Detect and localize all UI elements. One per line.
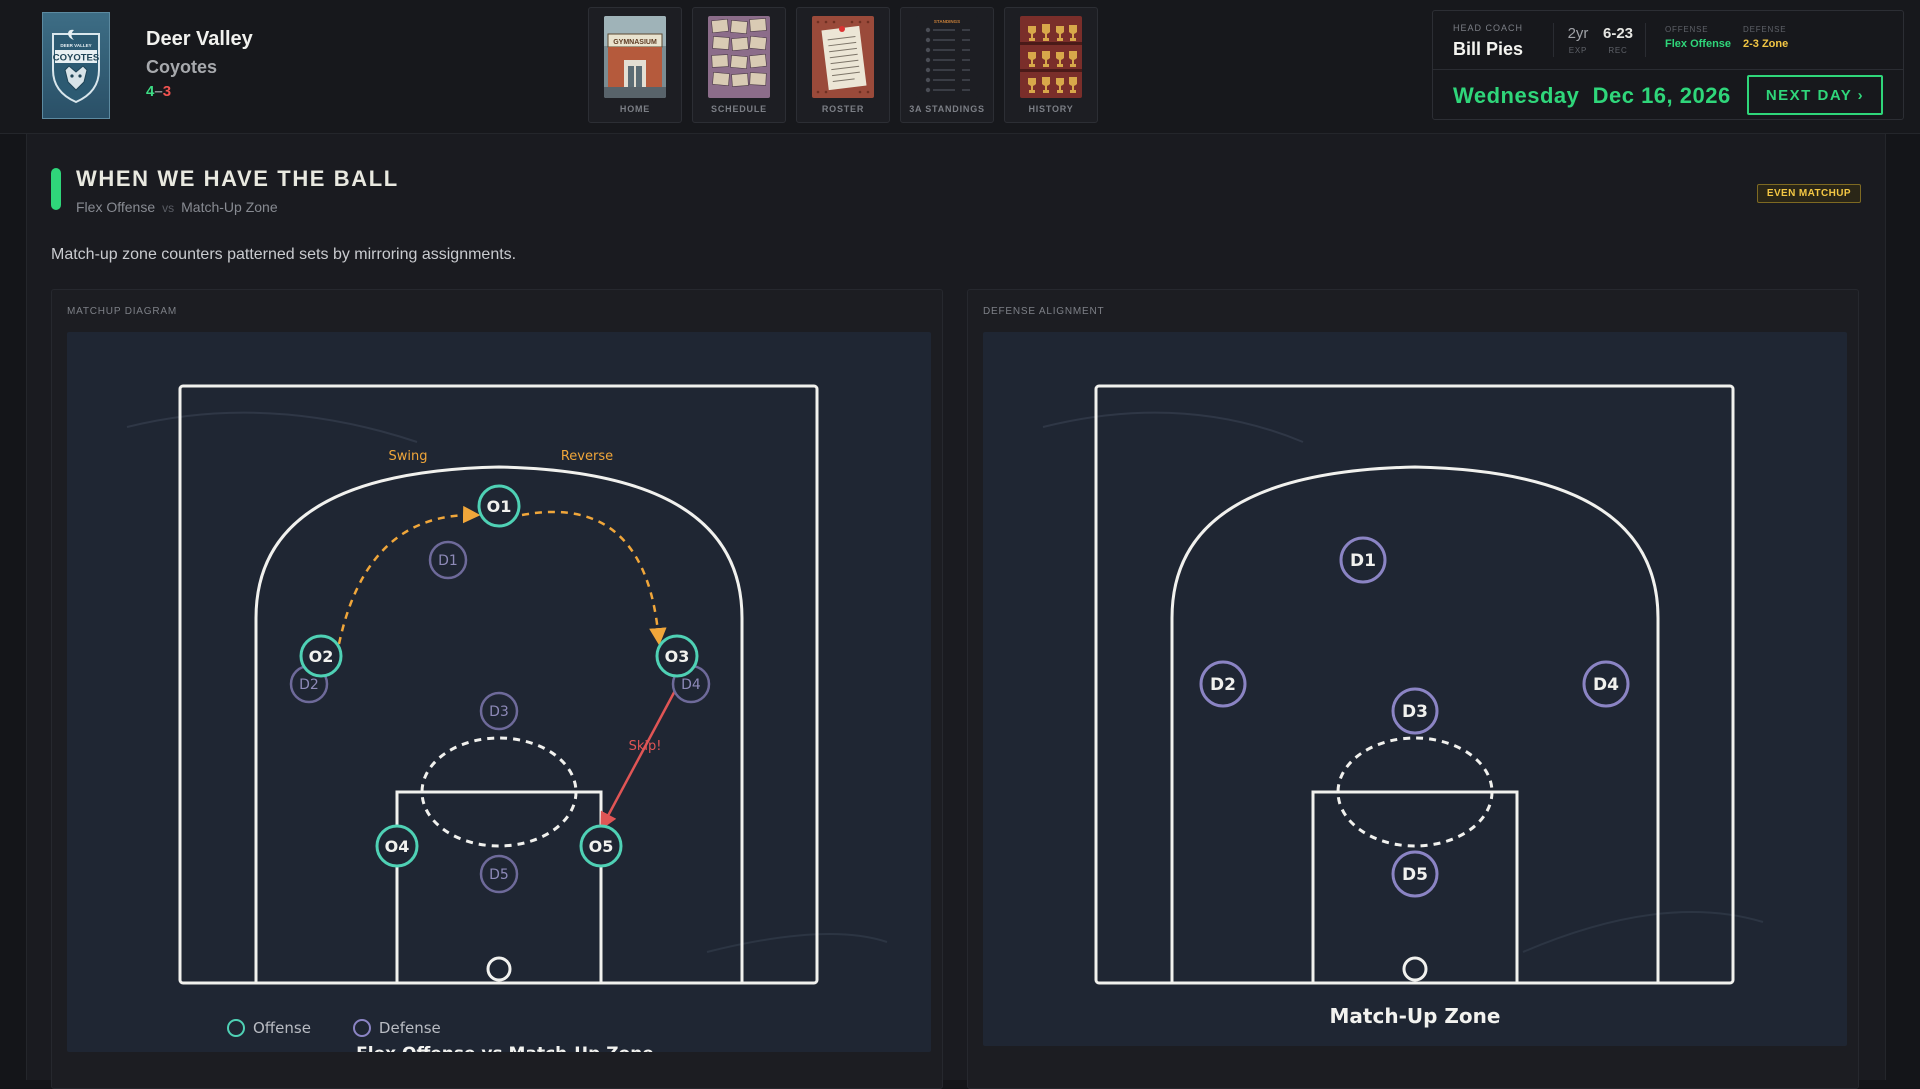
defense-scheme: Match-Up Zone — [181, 199, 278, 215]
offense-o1[interactable]: O1 — [477, 484, 521, 528]
nav-schedule-label: SCHEDULE — [711, 104, 767, 114]
alignment-caption: Match-Up Zone — [1329, 1004, 1501, 1028]
coach-label: HEAD COACH — [1453, 23, 1524, 33]
section-title: WHEN WE HAVE THE BALL — [76, 166, 399, 191]
annotation-reverse: Reverse — [561, 449, 613, 464]
nav-home-label: HOME — [619, 104, 651, 114]
coach-offense: OFFENSE Flex Offense — [1665, 25, 1732, 50]
alignment-chalkboard: D1 D2 D3 D4 D5 Match-Up Zone — [983, 332, 1847, 1046]
date-weekday: Wednesday — [1453, 83, 1580, 108]
gymnasium-icon: GYMNASIUM — [604, 16, 666, 98]
defender-d3[interactable]: D3 — [479, 691, 519, 731]
alignment-defense-markers: D1 D2 D3 D4 D5 — [1199, 536, 1630, 898]
coyote-crest-icon: COYOTES DEER VALLEY — [52, 29, 100, 103]
offense-o2[interactable]: O2 — [299, 634, 343, 678]
svg-text:D5: D5 — [489, 867, 509, 883]
schedule-board-icon — [708, 16, 770, 98]
team-logo[interactable]: COYOTES DEER VALLEY — [42, 12, 110, 119]
nav-schedule[interactable]: SCHEDULE — [692, 7, 786, 123]
svg-text:O3: O3 — [665, 647, 690, 666]
svg-text:DEER VALLEY: DEER VALLEY — [60, 43, 91, 48]
defender-d1[interactable]: D1 — [428, 540, 468, 580]
offense-o4[interactable]: O4 — [375, 824, 419, 868]
svg-text:STANDINGS: STANDINGS — [934, 19, 960, 24]
svg-text:D2: D2 — [299, 677, 319, 693]
nav-standings[interactable]: STANDINGS 3A STANDINGS — [900, 7, 994, 123]
svg-text:O1: O1 — [487, 497, 512, 516]
matchup-diagram-card: MATCHUP DIAGRAM Swing Reverse Skip! D1 D… — [51, 289, 943, 1089]
diagram-legend: Offense Defense — [227, 1019, 441, 1037]
main-nav: GYMNASIUM HOME SCHEDULE ROSTER STANDINGS… — [588, 7, 1098, 123]
nav-standings-label: 3A STANDINGS — [909, 104, 985, 114]
coach-defense: DEFENSE 2-3 Zone — [1743, 25, 1789, 50]
offense-o3[interactable]: O3 — [655, 634, 699, 678]
svg-text:O2: O2 — [309, 647, 334, 666]
svg-text:D3: D3 — [489, 704, 509, 720]
court-diagram: Swing Reverse Skip! D1 D2 D3 D4 D5 O1 O2… — [126, 384, 888, 985]
svg-text:D4: D4 — [1593, 675, 1619, 695]
alignment-d3[interactable]: D3 — [1391, 687, 1439, 735]
top-bar: COYOTES DEER VALLEY Deer Valley Coyotes … — [0, 0, 1920, 134]
matchup-caption: Flex Offense vs Match-Up Zone — [67, 1044, 931, 1052]
team-name: Deer Valley — [146, 28, 253, 50]
court-lines — [178, 384, 819, 985]
team-mascot: Coyotes — [146, 57, 218, 77]
svg-text:O4: O4 — [385, 837, 410, 856]
legend-offense: Offense — [227, 1019, 311, 1037]
card-label: MATCHUP DIAGRAM — [67, 306, 177, 317]
coach-record: 6-23 REC — [1602, 25, 1634, 55]
section-subtitle: Flex Offense vs Match-Up Zone — [76, 199, 278, 215]
date-value: Dec 16, 2026 — [1592, 83, 1731, 108]
defense-markers: D1 D2 D3 D4 D5 — [289, 540, 711, 894]
next-day-button[interactable]: NEXT DAY › — [1747, 75, 1883, 115]
alignment-court-diagram: D1 D2 D3 D4 D5 — [1042, 384, 1764, 985]
annotation-swing: Swing — [389, 449, 428, 464]
alignment-d1[interactable]: D1 — [1339, 536, 1387, 584]
coach-panel: HEAD COACH Bill Pies 2yr EXP 6-23 REC OF… — [1432, 10, 1904, 120]
coach-name: Bill Pies — [1453, 39, 1524, 59]
team-record: 4–3 — [146, 83, 172, 100]
defense-swatch-icon — [352, 1019, 371, 1037]
svg-text:D1: D1 — [438, 553, 458, 569]
offense-o5[interactable]: O5 — [579, 824, 623, 868]
alignment-d5[interactable]: D5 — [1391, 850, 1439, 898]
defense-alignment-card: DEFENSE ALIGNMENT D1 D2 D3 D4 D5 Match-U… — [967, 289, 1859, 1089]
svg-text:D2: D2 — [1210, 675, 1236, 695]
defender-d5[interactable]: D5 — [479, 854, 519, 894]
clipboard-icon — [812, 16, 874, 98]
alignment-d2[interactable]: D2 — [1199, 660, 1247, 708]
matchup-chalkboard: Swing Reverse Skip! D1 D2 D3 D4 D5 O1 O2… — [67, 332, 931, 1052]
nav-roster-label: ROSTER — [821, 104, 865, 114]
nav-home[interactable]: GYMNASIUM HOME — [588, 7, 682, 123]
pass-arrows — [337, 505, 667, 646]
section-description: Match-up zone counters patterned sets by… — [51, 246, 517, 263]
svg-text:O5: O5 — [589, 837, 614, 856]
trophy-case-icon — [1020, 16, 1082, 98]
offense-scheme: Flex Offense — [76, 199, 156, 215]
card-label: DEFENSE ALIGNMENT — [983, 306, 1105, 317]
standings-icon: STANDINGS — [916, 16, 978, 98]
nav-history[interactable]: HISTORY — [1004, 7, 1098, 123]
nav-history-label: HISTORY — [1028, 104, 1074, 114]
svg-text:COYOTES: COYOTES — [53, 52, 99, 63]
legend-defense: Defense — [352, 1019, 441, 1037]
svg-text:D5: D5 — [1402, 865, 1428, 885]
svg-text:D3: D3 — [1402, 702, 1428, 722]
current-date: Wednesday Dec 16, 2026 — [1453, 83, 1731, 109]
main-content: WHEN WE HAVE THE BALL Flex Offense vs Matc… — [26, 134, 1886, 1089]
svg-text:D1: D1 — [1350, 551, 1376, 571]
svg-text:GYMNASIUM: GYMNASIUM — [613, 39, 657, 46]
annotation-skip: Skip! — [629, 739, 662, 754]
svg-text:D4: D4 — [681, 677, 701, 693]
offense-swatch-icon — [227, 1019, 245, 1037]
offense-markers: O1 O2 O3 O4 O5 — [299, 484, 699, 868]
section-accent — [51, 168, 61, 210]
matchup-badge: EVEN MATCHUP — [1756, 184, 1861, 203]
alignment-d4[interactable]: D4 — [1582, 660, 1630, 708]
page-gutter — [1886, 134, 1920, 1080]
skip-pass-arrow — [600, 686, 679, 831]
nav-roster[interactable]: ROSTER — [796, 7, 890, 123]
team-losses: 3 — [162, 83, 172, 100]
